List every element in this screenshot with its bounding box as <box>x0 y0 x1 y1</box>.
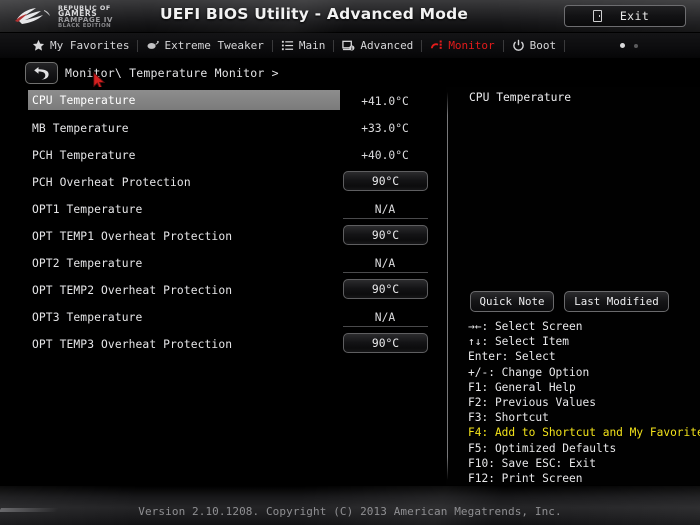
settings-row[interactable]: OPT TEMP1 Overheat Protection 90°C <box>0 224 446 251</box>
settings-row[interactable]: CPU Temperature +41.0°C <box>0 89 446 116</box>
row-option-select[interactable]: 90°C <box>343 225 428 245</box>
settings-row[interactable]: OPT2 Temperature N/A <box>0 251 446 278</box>
row-label: OPT TEMP1 Overheat Protection <box>32 230 233 243</box>
breadcrumb: Monitor\ Temperature Monitor > <box>65 66 279 80</box>
rog-line-4: BLACK EDITION <box>58 23 112 30</box>
tab-advanced[interactable]: Advanced <box>334 33 421 59</box>
hotkey-line: →←: Select Screen <box>468 320 583 333</box>
row-option-select[interactable]: 90°C <box>343 279 428 299</box>
page-title: UEFI BIOS Utility - Advanced Mode <box>160 5 469 23</box>
row-option-select[interactable]: 90°C <box>343 171 428 191</box>
nav-separator <box>564 39 566 52</box>
tab-my-favorites-label: My Favorites <box>50 39 130 52</box>
row-value: +33.0°C <box>361 122 409 135</box>
tab-my-favorites[interactable]: My Favorites <box>24 33 137 59</box>
list-icon <box>281 40 293 51</box>
row-label: OPT3 Temperature <box>32 311 143 324</box>
star-icon <box>32 39 45 51</box>
exit-button[interactable]: Exit <box>564 5 686 27</box>
nav-page-dots[interactable] <box>620 43 700 48</box>
row-label: MB Temperature <box>32 122 129 135</box>
settings-list: CPU Temperature +41.0°C MB Temperature +33.… <box>0 87 446 485</box>
bios-screen: REPUBLIC OF GAMERS RAMPAGE IV BLACK EDIT… <box>0 0 700 525</box>
exit-door-icon <box>592 10 602 22</box>
tab-monitor[interactable]: Monitor <box>422 33 502 59</box>
hotkey-line: F3: Shortcut <box>468 411 549 425</box>
nav-page-dot-1[interactable] <box>620 43 625 48</box>
tweaker-icon <box>147 40 160 49</box>
title-bar: REPUBLIC OF GAMERS RAMPAGE IV BLACK EDIT… <box>0 0 700 33</box>
back-button[interactable] <box>25 62 58 84</box>
help-title: CPU Temperature <box>469 91 572 104</box>
nav-page-dot-2[interactable] <box>634 43 638 48</box>
rog-eye-icon <box>15 7 50 24</box>
hotkey-line: F2: Previous Values <box>468 396 596 410</box>
hotkey-line: +/-: Change Option <box>468 365 590 379</box>
help-panel: CPU Temperature Quick Note Last Modified… <box>456 87 700 485</box>
hotkey-line: Enter: Select <box>468 350 556 364</box>
row-value: +40.0°C <box>361 149 409 162</box>
back-arrow-icon <box>34 66 49 80</box>
hotkey-line: F1: General Help <box>468 380 576 394</box>
advanced-icon <box>342 40 355 51</box>
tab-boot[interactable]: Boot <box>504 33 565 59</box>
panel-divider <box>447 92 448 480</box>
row-option-select[interactable]: 90°C <box>343 333 428 353</box>
hotkey-line: F12: Print Screen <box>468 472 583 486</box>
settings-row[interactable]: OPT TEMP3 Overheat Protection 90°C <box>0 332 446 359</box>
power-icon <box>512 39 524 51</box>
settings-row[interactable]: PCH Overheat Protection 90°C <box>0 170 446 197</box>
settings-row[interactable]: PCH Temperature +40.0°C <box>0 143 446 170</box>
row-underline <box>343 218 428 219</box>
rog-wordmark: REPUBLIC OF GAMERS RAMPAGE IV BLACK EDIT… <box>58 4 113 30</box>
hotkey-line: ↑↓: Select Item <box>468 335 570 349</box>
quick-note-button[interactable]: Quick Note <box>470 291 554 312</box>
breadcrumb-bar: Monitor\ Temperature Monitor > <box>0 59 700 87</box>
row-underline <box>343 272 428 273</box>
row-label: CPU Temperature <box>32 94 136 107</box>
hotkey-line: F5: Optimized Defaults <box>468 441 617 455</box>
tab-extreme-tweaker[interactable]: Extreme Tweaker <box>138 33 271 59</box>
tab-main[interactable]: Main <box>273 33 334 59</box>
gauge-icon <box>431 40 443 49</box>
hotkey-line: F4: Add to Shortcut and My Favorites <box>468 426 700 440</box>
row-value: N/A <box>374 203 396 216</box>
exit-button-label: Exit <box>619 9 650 23</box>
row-label: PCH Overheat Protection <box>32 176 191 189</box>
version-text: Version 2.10.1208. Copyright (C) 2013 Am… <box>138 505 562 518</box>
main-nav: My Favorites Extreme Tweaker Main Advanc… <box>0 33 700 59</box>
tab-boot-label: Boot <box>529 39 557 52</box>
tab-advanced-label: Advanced <box>360 39 414 52</box>
row-underline <box>343 326 428 327</box>
row-label: OPT TEMP2 Overheat Protection <box>32 284 233 297</box>
row-value: N/A <box>374 257 396 270</box>
row-label: PCH Temperature <box>32 149 136 162</box>
hotkey-line: F10: Save ESC: Exit <box>468 456 596 470</box>
row-label: OPT1 Temperature <box>32 203 143 216</box>
settings-row[interactable]: OPT3 Temperature N/A <box>0 305 446 332</box>
tab-monitor-label: Monitor <box>448 39 495 52</box>
rog-logo: REPUBLIC OF GAMERS RAMPAGE IV BLACK EDIT… <box>14 2 149 31</box>
row-value: +41.0°C <box>361 95 409 108</box>
last-modified-button[interactable]: Last Modified <box>564 291 669 312</box>
tab-extreme-tweaker-label: Extreme Tweaker <box>164 39 264 52</box>
row-value: N/A <box>374 311 396 324</box>
quick-note-label: Quick Note <box>479 295 545 308</box>
settings-row[interactable]: OPT1 Temperature N/A <box>0 197 446 224</box>
row-label: OPT2 Temperature <box>32 257 143 270</box>
row-label: OPT TEMP3 Overheat Protection <box>32 338 233 351</box>
settings-row[interactable]: OPT TEMP2 Overheat Protection 90°C <box>0 278 446 305</box>
settings-row[interactable]: MB Temperature +33.0°C <box>0 116 446 143</box>
last-modified-label: Last Modified <box>574 295 659 308</box>
footer-bar: Version 2.10.1208. Copyright (C) 2013 Am… <box>0 485 700 525</box>
hotkey-legend: →←: Select Screen ↑↓: Select Item Enter: S… <box>468 319 700 486</box>
tab-main-label: Main <box>298 39 326 52</box>
